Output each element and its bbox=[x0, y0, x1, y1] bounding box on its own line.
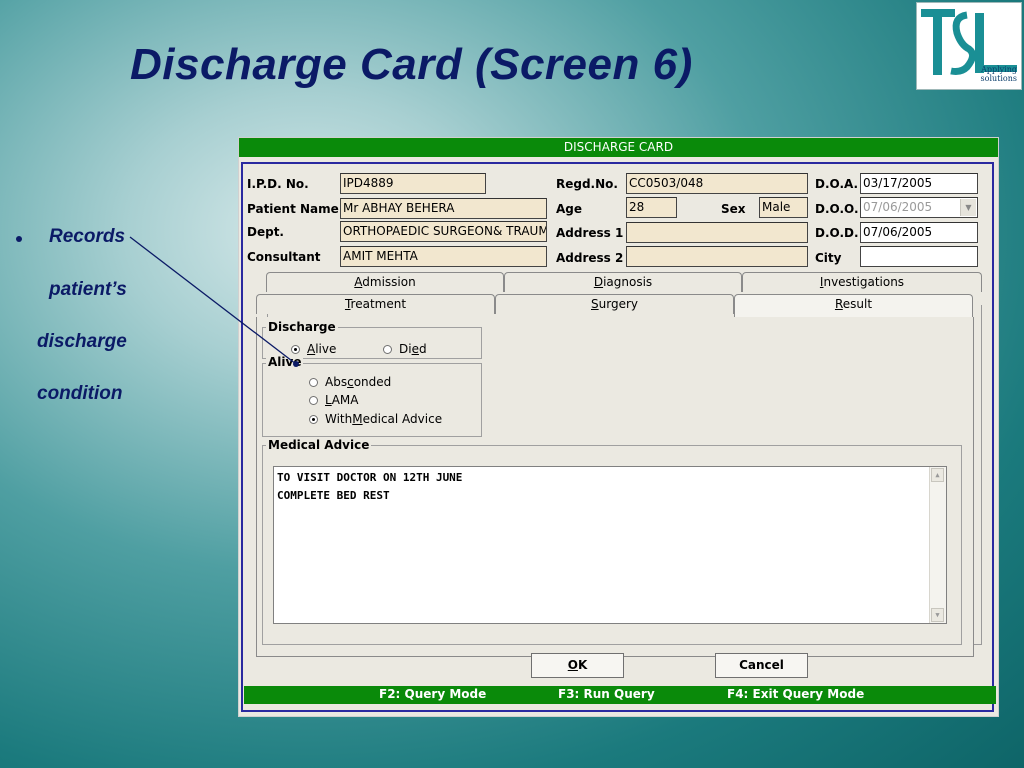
tab-treatment[interactable]: Treatment bbox=[256, 294, 495, 314]
status-f3: F3: Run Query bbox=[558, 687, 655, 701]
scroll-down-icon[interactable]: ▼ bbox=[931, 608, 944, 622]
dept-field[interactable]: ORTHOPAEDIC SURGEON& TRAUMA bbox=[340, 221, 547, 242]
patient-name-field[interactable]: Mr ABHAY BEHERA bbox=[340, 198, 547, 219]
alive-radio-label-post: live bbox=[315, 342, 337, 356]
city-label: City bbox=[815, 251, 842, 265]
sex-field[interactable]: Male bbox=[759, 197, 808, 218]
tab-diagnosis[interactable]: Diagnosis bbox=[504, 272, 742, 292]
discharge-card-window: DISCHARGE CARD I.P.D. No. IPD4889 Patien… bbox=[238, 137, 999, 717]
absconded-label-post: onded bbox=[353, 375, 392, 389]
tab-treatment-post: reatment bbox=[350, 297, 407, 311]
chevron-down-icon[interactable]: ▼ bbox=[960, 199, 976, 216]
age-label: Age bbox=[556, 202, 583, 216]
bullet-line-2: patient’s bbox=[49, 279, 127, 300]
address1-field[interactable] bbox=[626, 222, 808, 243]
tab-investigations-post: nvestigations bbox=[823, 275, 905, 289]
tab-investigations[interactable]: Investigations bbox=[742, 272, 982, 292]
doo-dropdown[interactable]: 07/06/2005 ▼ bbox=[860, 197, 978, 218]
tab-result-post: esult bbox=[842, 297, 873, 311]
alive-radio[interactable]: Alive bbox=[291, 342, 336, 356]
tab-surgery-key: S bbox=[591, 297, 599, 311]
sex-label: Sex bbox=[721, 202, 746, 216]
medical-advice-group-label: Medical Advice bbox=[266, 438, 372, 452]
tab-diagnosis-key: D bbox=[593, 275, 604, 289]
discharge-group-label: Discharge bbox=[266, 320, 338, 334]
regd-no-label: Regd.No. bbox=[556, 177, 618, 191]
address2-label: Address 2 bbox=[556, 251, 624, 265]
absconded-radio[interactable]: Abs c onded bbox=[309, 375, 391, 389]
medical-advice-line-2: COMPLETE BED REST bbox=[277, 489, 390, 502]
ok-button[interactable]: OK bbox=[531, 653, 624, 678]
tsl-logo: Applying solutions bbox=[916, 2, 1022, 90]
tab-result[interactable]: Result bbox=[734, 294, 973, 318]
status-bar: F2: Query Mode F3: Run Query F4: Exit Qu… bbox=[244, 686, 996, 704]
city-field[interactable] bbox=[860, 246, 978, 267]
tab-result-key: R bbox=[834, 297, 843, 311]
bullet-line-4: condition bbox=[37, 383, 123, 404]
died-radio-button[interactable] bbox=[383, 344, 392, 354]
died-radio-label-post: d bbox=[418, 342, 427, 356]
absconded-label-pre: Abs bbox=[325, 375, 348, 389]
tab-surgery[interactable]: Surgery bbox=[495, 294, 734, 314]
alive-group-label: Alive bbox=[266, 355, 304, 369]
medical-advice-label-key: M bbox=[352, 412, 363, 426]
ok-label-post: K bbox=[577, 658, 588, 672]
medical-advice-label-pre: With bbox=[325, 412, 353, 426]
consultant-label: Consultant bbox=[247, 250, 321, 264]
slide-title: Discharge Card (Screen 6) bbox=[130, 40, 693, 89]
age-field[interactable]: 28 bbox=[626, 197, 677, 218]
doa-field[interactable]: 03/17/2005 bbox=[860, 173, 978, 194]
window-titlebar: DISCHARGE CARD bbox=[239, 138, 998, 157]
medical-advice-line-1: TO VISIT DOCTOR ON 12TH JUNE bbox=[277, 471, 463, 484]
bullet-line-3: discharge bbox=[37, 331, 127, 352]
ok-label-key: O bbox=[567, 658, 578, 672]
regd-no-field[interactable]: CC0503/048 bbox=[626, 173, 808, 194]
lama-radio-button[interactable] bbox=[309, 395, 318, 405]
died-radio[interactable]: Di e d bbox=[383, 342, 427, 356]
absconded-radio-button[interactable] bbox=[309, 377, 318, 387]
address1-label: Address 1 bbox=[556, 226, 624, 240]
ipd-no-field[interactable]: IPD4889 bbox=[340, 173, 486, 194]
medical-advice-radio-button[interactable] bbox=[309, 414, 318, 424]
status-f4: F4: Exit Query Mode bbox=[727, 687, 865, 701]
bullet-dot bbox=[16, 236, 22, 242]
bullet-line-1: Records bbox=[49, 226, 126, 247]
medical-advice-label-post: edical Advice bbox=[362, 412, 443, 426]
tab-admission[interactable]: Admission bbox=[266, 272, 504, 292]
tab-diagnosis-post: iagnosis bbox=[603, 275, 653, 289]
lama-label-key: L bbox=[325, 393, 332, 407]
tab-surgery-post: urgery bbox=[598, 297, 638, 311]
dod-label: D.O.D. bbox=[815, 226, 859, 240]
consultant-field[interactable]: AMIT MEHTA bbox=[340, 246, 547, 267]
lama-label-post: AMA bbox=[331, 393, 359, 407]
doo-label: D.O.O. bbox=[815, 202, 859, 216]
doa-label: D.O.A. bbox=[815, 177, 859, 191]
textarea-scrollbar[interactable]: ▲ ▼ bbox=[929, 467, 946, 623]
scroll-up-icon[interactable]: ▲ bbox=[931, 468, 944, 482]
died-radio-label-key: e bbox=[411, 342, 419, 356]
patient-name-label: Patient Name bbox=[247, 202, 339, 216]
ipd-no-label: I.P.D. No. bbox=[247, 177, 309, 191]
alive-radio-label-key: A bbox=[307, 342, 316, 356]
alive-radio-button[interactable] bbox=[291, 344, 300, 354]
dod-field[interactable]: 07/06/2005 bbox=[860, 222, 978, 243]
logo-tagline: Applying solutions bbox=[980, 65, 1017, 83]
address2-field[interactable] bbox=[626, 246, 808, 267]
status-f2: F2: Query Mode bbox=[379, 687, 487, 701]
tab-admission-post: dmission bbox=[362, 275, 416, 289]
lama-radio[interactable]: L AMA bbox=[309, 393, 358, 407]
absconded-label-key: c bbox=[347, 375, 354, 389]
medical-advice-textarea[interactable]: TO VISIT DOCTOR ON 12TH JUNE COMPLETE BE… bbox=[273, 466, 947, 624]
dept-label: Dept. bbox=[247, 225, 284, 239]
cancel-button[interactable]: Cancel bbox=[715, 653, 808, 678]
medical-advice-radio[interactable]: With Medical Advice bbox=[309, 412, 442, 426]
died-radio-label-pre: Di bbox=[399, 342, 412, 356]
doo-value: 07/06/2005 bbox=[863, 200, 933, 214]
